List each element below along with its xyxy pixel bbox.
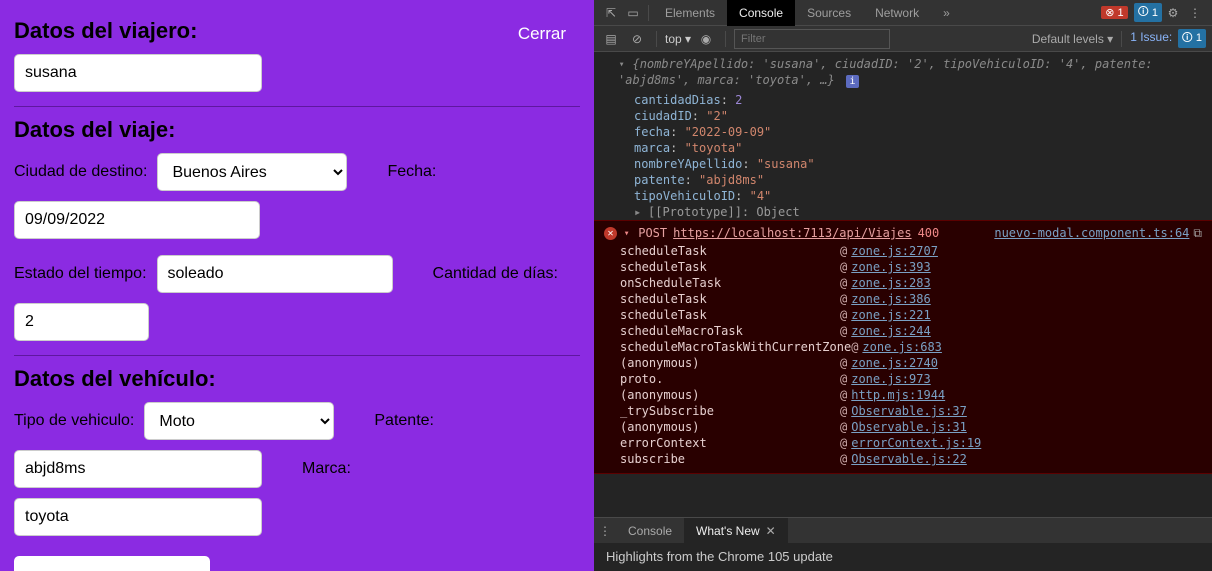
stack-trace-link[interactable]: zone.js:244 [851, 323, 930, 339]
stack-trace-row: (anonymous)@zone.js:2740 [594, 355, 1212, 371]
kebab-icon[interactable]: ⋮ [594, 524, 616, 538]
tab-sources[interactable]: Sources [795, 0, 863, 26]
stack-trace-row: scheduleMacroTask@zone.js:244 [594, 323, 1212, 339]
stack-trace-link[interactable]: errorContext.js:19 [851, 435, 981, 451]
city-label: Ciudad de destino: [14, 163, 147, 181]
stack-trace-link[interactable]: http.mjs:1944 [851, 387, 945, 403]
date-input[interactable] [14, 201, 260, 239]
devtools-tabbar: ⇱ ▭ Elements Console Sources Network » ⊗… [594, 0, 1212, 26]
stack-trace-link[interactable]: Observable.js:22 [851, 451, 967, 467]
kebab-icon[interactable]: ⋮ [1184, 6, 1206, 20]
info-icon: i [846, 75, 859, 88]
weather-input[interactable] [157, 255, 393, 293]
log-levels-select[interactable]: Default levels ▾ [1032, 32, 1113, 46]
live-expression-icon[interactable]: ◉ [695, 32, 717, 46]
console-error: ✕ ▾ POST https://localhost:7113/api/Viaj… [594, 220, 1212, 474]
issues-link[interactable]: 1 Issue: 🛈 1 [1130, 29, 1206, 48]
tab-elements[interactable]: Elements [653, 0, 727, 26]
chevron-down-icon[interactable]: ▾ [624, 227, 630, 240]
stack-trace-row: subscribe@Observable.js:22 [594, 451, 1212, 467]
devtools-panel: ⇱ ▭ Elements Console Sources Network » ⊗… [594, 0, 1212, 571]
error-icon: ✕ [604, 227, 617, 240]
section-heading-trip: Datos del viaje: [14, 117, 580, 143]
stack-trace-row: scheduleTask@zone.js:2707 [594, 243, 1212, 259]
stack-trace-link[interactable]: zone.js:973 [851, 371, 930, 387]
external-link-icon[interactable]: ⧉ [1193, 225, 1202, 241]
stack-trace-link[interactable]: zone.js:2707 [851, 243, 938, 259]
stack-trace-link[interactable]: zone.js:683 [862, 339, 941, 355]
divider [14, 355, 580, 356]
drawer-tabbar: ⋮ Console What's New✕ [594, 517, 1212, 543]
days-label: Cantidad de días: [433, 265, 558, 283]
inspect-icon[interactable]: ⇱ [600, 6, 622, 20]
console-logged-object[interactable]: ▾ {nombreYApellido: 'susana', ciudadID: … [594, 52, 1212, 92]
stack-trace-link[interactable]: zone.js:386 [851, 291, 930, 307]
stack-trace-row: (anonymous)@Observable.js:31 [594, 419, 1212, 435]
brand-input[interactable] [14, 498, 262, 536]
stack-trace-row: onScheduleTask@zone.js:283 [594, 275, 1212, 291]
vehicle-type-select[interactable]: Moto [144, 402, 334, 440]
stack-trace-link[interactable]: Observable.js:37 [851, 403, 967, 419]
stack-trace-row: scheduleTask@zone.js:221 [594, 307, 1212, 323]
tab-more[interactable]: » [931, 0, 962, 26]
stack-trace-link[interactable]: Observable.js:31 [851, 419, 967, 435]
plate-label: Patente: [374, 412, 434, 430]
date-label: Fecha: [387, 163, 436, 181]
drawer-tab-console[interactable]: Console [616, 518, 684, 544]
brand-label: Marca: [302, 460, 351, 478]
error-source-link[interactable]: nuevo-modal.component.ts:64 [994, 225, 1189, 241]
stack-trace-link[interactable]: zone.js:393 [851, 259, 930, 275]
error-url-link[interactable]: https://localhost:7113/api/Viajes [673, 225, 911, 241]
console-toolbar: ▤ ⊘ top ▾ ◉ Default levels ▾ 1 Issue: 🛈 … [594, 26, 1212, 52]
save-button[interactable]: GUARDAR [14, 556, 210, 571]
traveler-name-input[interactable] [14, 54, 262, 92]
weather-label: Estado del tiempo: [14, 265, 147, 283]
close-icon[interactable]: ✕ [766, 518, 776, 544]
stack-trace-link[interactable]: zone.js:221 [851, 307, 930, 323]
console-output: ▾ {nombreYApellido: 'susana', ciudadID: … [594, 52, 1212, 517]
travel-modal: Cerrar Datos del viajero: Datos del viaj… [0, 0, 594, 571]
plate-input[interactable] [14, 450, 262, 488]
stack-trace-row: scheduleTask@zone.js:393 [594, 259, 1212, 275]
section-heading-vehicle: Datos del vehículo: [14, 366, 580, 392]
context-selector[interactable]: top ▾ [665, 32, 691, 46]
days-input[interactable] [14, 303, 149, 341]
close-button[interactable]: Cerrar [518, 24, 566, 44]
gear-icon[interactable]: ⚙ [1162, 6, 1184, 20]
stack-trace-row: scheduleTask@zone.js:386 [594, 291, 1212, 307]
drawer-body: Highlights from the Chrome 105 update [594, 543, 1212, 571]
divider [14, 106, 580, 107]
drawer-tab-whatsnew[interactable]: What's New✕ [684, 518, 788, 544]
stack-trace-row: proto.@zone.js:973 [594, 371, 1212, 387]
stack-trace-row: errorContext@errorContext.js:19 [594, 435, 1212, 451]
stack-trace-row: (anonymous)@http.mjs:1944 [594, 387, 1212, 403]
section-heading-traveler: Datos del viajero: [14, 18, 580, 44]
city-select[interactable]: Buenos Aires [157, 153, 347, 191]
stack-trace-link[interactable]: zone.js:2740 [851, 355, 938, 371]
vehicle-type-label: Tipo de vehiculo: [14, 412, 134, 430]
error-count-badge[interactable]: ⊗ 1 [1101, 6, 1127, 19]
stack-trace-link[interactable]: zone.js:283 [851, 275, 930, 291]
stack-trace-row: scheduleMacroTaskWithCurrentZone@zone.js… [594, 339, 1212, 355]
info-count-badge[interactable]: 🛈 1 [1134, 3, 1162, 22]
tab-console[interactable]: Console [727, 0, 795, 26]
device-icon[interactable]: ▭ [622, 6, 644, 20]
console-sidebar-toggle-icon[interactable]: ▤ [600, 32, 622, 46]
stack-trace-row: _trySubscribe@Observable.js:37 [594, 403, 1212, 419]
clear-console-icon[interactable]: ⊘ [626, 32, 648, 46]
console-filter-input[interactable] [734, 29, 890, 49]
tab-network[interactable]: Network [863, 0, 931, 26]
divider [648, 5, 649, 21]
object-properties: cantidadDias: 2 ciudadID: "2" fecha: "20… [594, 92, 1212, 220]
